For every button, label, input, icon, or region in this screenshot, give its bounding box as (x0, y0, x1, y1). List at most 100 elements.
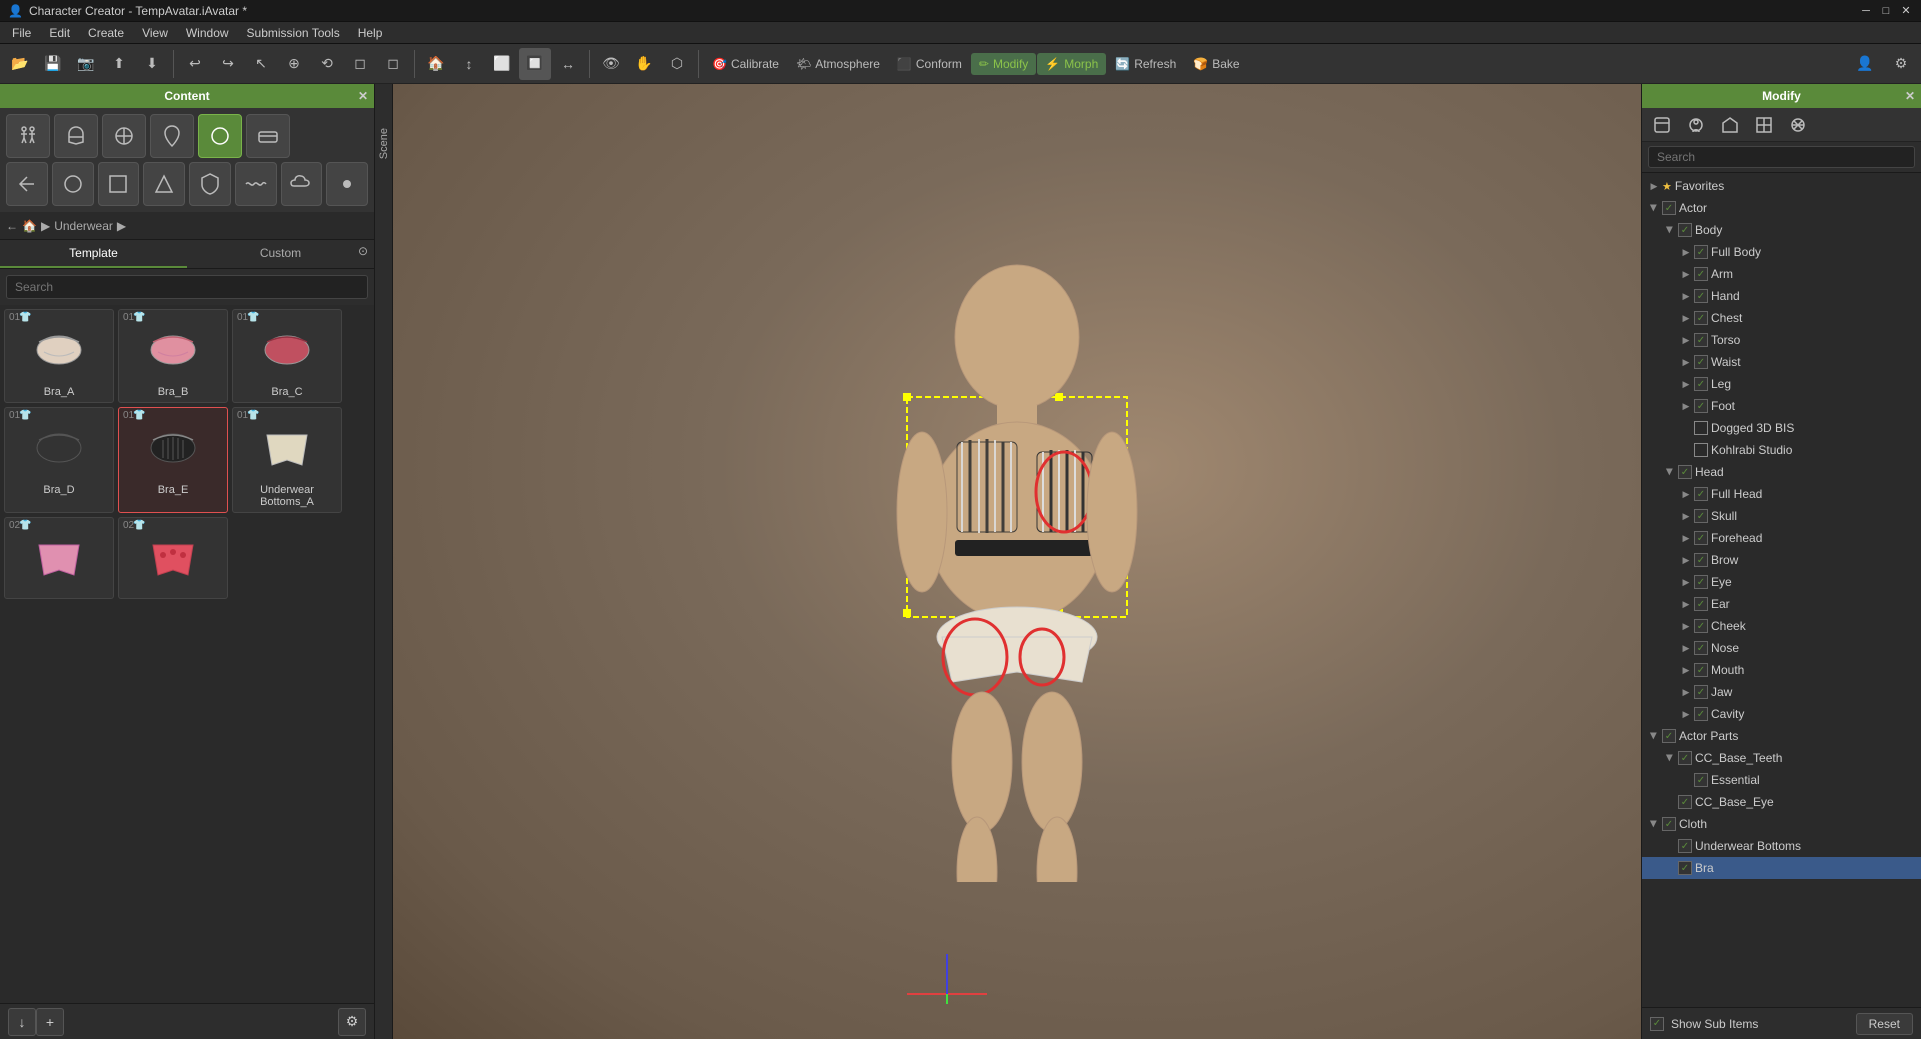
tree-underwear-bottoms[interactable]: ▶ ✓ Underwear Bottoms (1642, 835, 1921, 857)
tree-cavity[interactable]: ▶ ✓ Cavity (1642, 703, 1921, 725)
bake-button[interactable]: 🍞 Bake (1185, 53, 1247, 75)
tree-torso[interactable]: ▶ ✓ Torso (1642, 329, 1921, 351)
icon-back[interactable] (6, 162, 48, 206)
underwear-bottoms-checkbox[interactable]: ✓ (1678, 839, 1692, 853)
menu-submission-tools[interactable]: Submission Tools (239, 24, 348, 42)
toolbar-hand-btn[interactable]: ✋ (628, 48, 660, 80)
toolbar-shape-btn[interactable]: ⬡ (661, 48, 693, 80)
show-sub-items-checkbox[interactable]: ✓ (1650, 1017, 1664, 1031)
full-head-checkbox[interactable]: ✓ (1694, 487, 1708, 501)
toolbar-import-btn[interactable]: ⬇ (136, 48, 168, 80)
nose-checkbox[interactable]: ✓ (1694, 641, 1708, 655)
tree-cc-base-teeth[interactable]: ▶ ✓ CC_Base_Teeth (1642, 747, 1921, 769)
tree-head[interactable]: ▶ ✓ Head (1642, 461, 1921, 483)
tree-nose[interactable]: ▶ ✓ Nose (1642, 637, 1921, 659)
morph-button[interactable]: ⚡ Morph (1037, 53, 1106, 75)
footer-settings-btn[interactable]: ⚙ (338, 1008, 366, 1036)
item-underwear-bottoms-a[interactable]: 01 👕 Underwear Bottoms_A (232, 407, 342, 513)
arm-checkbox[interactable]: ✓ (1694, 267, 1708, 281)
jaw-checkbox[interactable]: ✓ (1694, 685, 1708, 699)
tree-arm[interactable]: ▶ ✓ Arm (1642, 263, 1921, 285)
skull-checkbox[interactable]: ✓ (1694, 509, 1708, 523)
close-button[interactable]: ✕ (1899, 4, 1913, 18)
left-panel-close[interactable]: ✕ (358, 89, 368, 103)
breadcrumb-home[interactable]: 🏠 (22, 219, 37, 233)
icon-shield[interactable] (189, 162, 231, 206)
tree-favorites[interactable]: ▶ ★ Favorites (1642, 175, 1921, 197)
rp-tool-3[interactable] (1714, 109, 1746, 141)
waist-checkbox[interactable]: ✓ (1694, 355, 1708, 369)
cheek-checkbox[interactable]: ✓ (1694, 619, 1708, 633)
toolbar-scale-btn[interactable]: ◻ (344, 48, 376, 80)
cavity-checkbox[interactable]: ✓ (1694, 707, 1708, 721)
chest-checkbox[interactable]: ✓ (1694, 311, 1708, 325)
item-bra-e[interactable]: 01 👕 Bra_E (118, 407, 228, 513)
tree-mouth[interactable]: ▶ ✓ Mouth (1642, 659, 1921, 681)
toolbar-rotate-btn[interactable]: ⟲ (311, 48, 343, 80)
tree-actor[interactable]: ▶ ✓ Actor (1642, 197, 1921, 219)
atmosphere-button[interactable]: 🌤 Atmosphere (788, 53, 888, 75)
ear-checkbox[interactable]: ✓ (1694, 597, 1708, 611)
actor-checkbox[interactable]: ✓ (1662, 201, 1676, 215)
rp-tool-1[interactable] (1646, 109, 1678, 141)
body-checkbox[interactable]: ✓ (1678, 223, 1692, 237)
icon-triangle[interactable] (143, 162, 185, 206)
toolbar-transform-btn[interactable]: ⊕ (278, 48, 310, 80)
toolbar-settings-btn[interactable]: ⚙ (1885, 48, 1917, 80)
icon-wave[interactable] (235, 162, 277, 206)
item-bra-c[interactable]: 01 👕 Bra_C (232, 309, 342, 403)
toolbar-open-btn[interactable]: 📂 (4, 48, 36, 80)
toolbar-bbox-btn[interactable]: ⬜ (486, 48, 518, 80)
tree-skull[interactable]: ▶ ✓ Skull (1642, 505, 1921, 527)
item-bra-d[interactable]: 01 👕 Bra_D (4, 407, 114, 513)
breadcrumb-back[interactable]: ← (6, 219, 18, 233)
eye-base-checkbox[interactable]: ✓ (1678, 795, 1692, 809)
tree-kohlrabi[interactable]: ▶ Kohlrabi Studio (1642, 439, 1921, 461)
item-7[interactable]: 02 👕 (4, 517, 114, 599)
tree-jaw[interactable]: ▶ ✓ Jaw (1642, 681, 1921, 703)
tree-eye[interactable]: ▶ ✓ Eye (1642, 571, 1921, 593)
cloth-checkbox[interactable]: ✓ (1662, 817, 1676, 831)
bra-checkbox[interactable]: ✓ (1678, 861, 1692, 875)
tree-full-head[interactable]: ▶ ✓ Full Head (1642, 483, 1921, 505)
toolbar-eye-btn[interactable]: 👁 (595, 48, 627, 80)
tree-cheek[interactable]: ▶ ✓ Cheek (1642, 615, 1921, 637)
icon-dot[interactable] (326, 162, 368, 206)
icon-rect[interactable] (98, 162, 140, 206)
item-8[interactable]: 02 👕 (118, 517, 228, 599)
kohlrabi-checkbox[interactable] (1694, 443, 1708, 457)
menu-view[interactable]: View (134, 24, 176, 42)
item-bra-a[interactable]: 01 👕 Bra_A (4, 309, 114, 403)
tab-custom[interactable]: Custom (187, 240, 374, 268)
actor-parts-checkbox[interactable]: ✓ (1662, 729, 1676, 743)
footer-add-btn[interactable]: + (36, 1008, 64, 1036)
right-panel-close[interactable]: ✕ (1905, 89, 1915, 103)
icon-cloud[interactable] (281, 162, 323, 206)
toolbar-screenshot-btn[interactable]: 📷 (70, 48, 102, 80)
toolbar-save-btn[interactable]: 💾 (37, 48, 69, 80)
icon-circle[interactable] (52, 162, 94, 206)
brow-checkbox[interactable]: ✓ (1694, 553, 1708, 567)
calibrate-button[interactable]: 🎯 Calibrate (704, 53, 787, 75)
icon-underwear[interactable] (198, 114, 242, 158)
toolbar-node-btn[interactable]: ◻ (377, 48, 409, 80)
tabs-options[interactable]: ⊙ (358, 244, 368, 258)
tree-brow[interactable]: ▶ ✓ Brow (1642, 549, 1921, 571)
modify-button[interactable]: ✏ Modify (971, 53, 1036, 75)
minimize-button[interactable]: ─ (1859, 4, 1873, 18)
search-input[interactable] (6, 275, 368, 299)
right-search-input[interactable] (1648, 146, 1915, 168)
tree-body[interactable]: ▶ ✓ Body (1642, 219, 1921, 241)
full-body-checkbox[interactable]: ✓ (1694, 245, 1708, 259)
rp-tool-5[interactable] (1782, 109, 1814, 141)
toolbar-wireframe-btn[interactable]: 🔲 (519, 48, 551, 80)
menu-help[interactable]: Help (350, 24, 391, 42)
tree-leg[interactable]: ▶ ✓ Leg (1642, 373, 1921, 395)
tree-cloth[interactable]: ▶ ✓ Cloth (1642, 813, 1921, 835)
icon-cloth[interactable] (102, 114, 146, 158)
head-checkbox[interactable]: ✓ (1678, 465, 1692, 479)
tree-chest[interactable]: ▶ ✓ Chest (1642, 307, 1921, 329)
toolbar-home-btn[interactable]: 🏠 (420, 48, 452, 80)
viewport[interactable] (393, 84, 1641, 1039)
menu-edit[interactable]: Edit (41, 24, 78, 42)
